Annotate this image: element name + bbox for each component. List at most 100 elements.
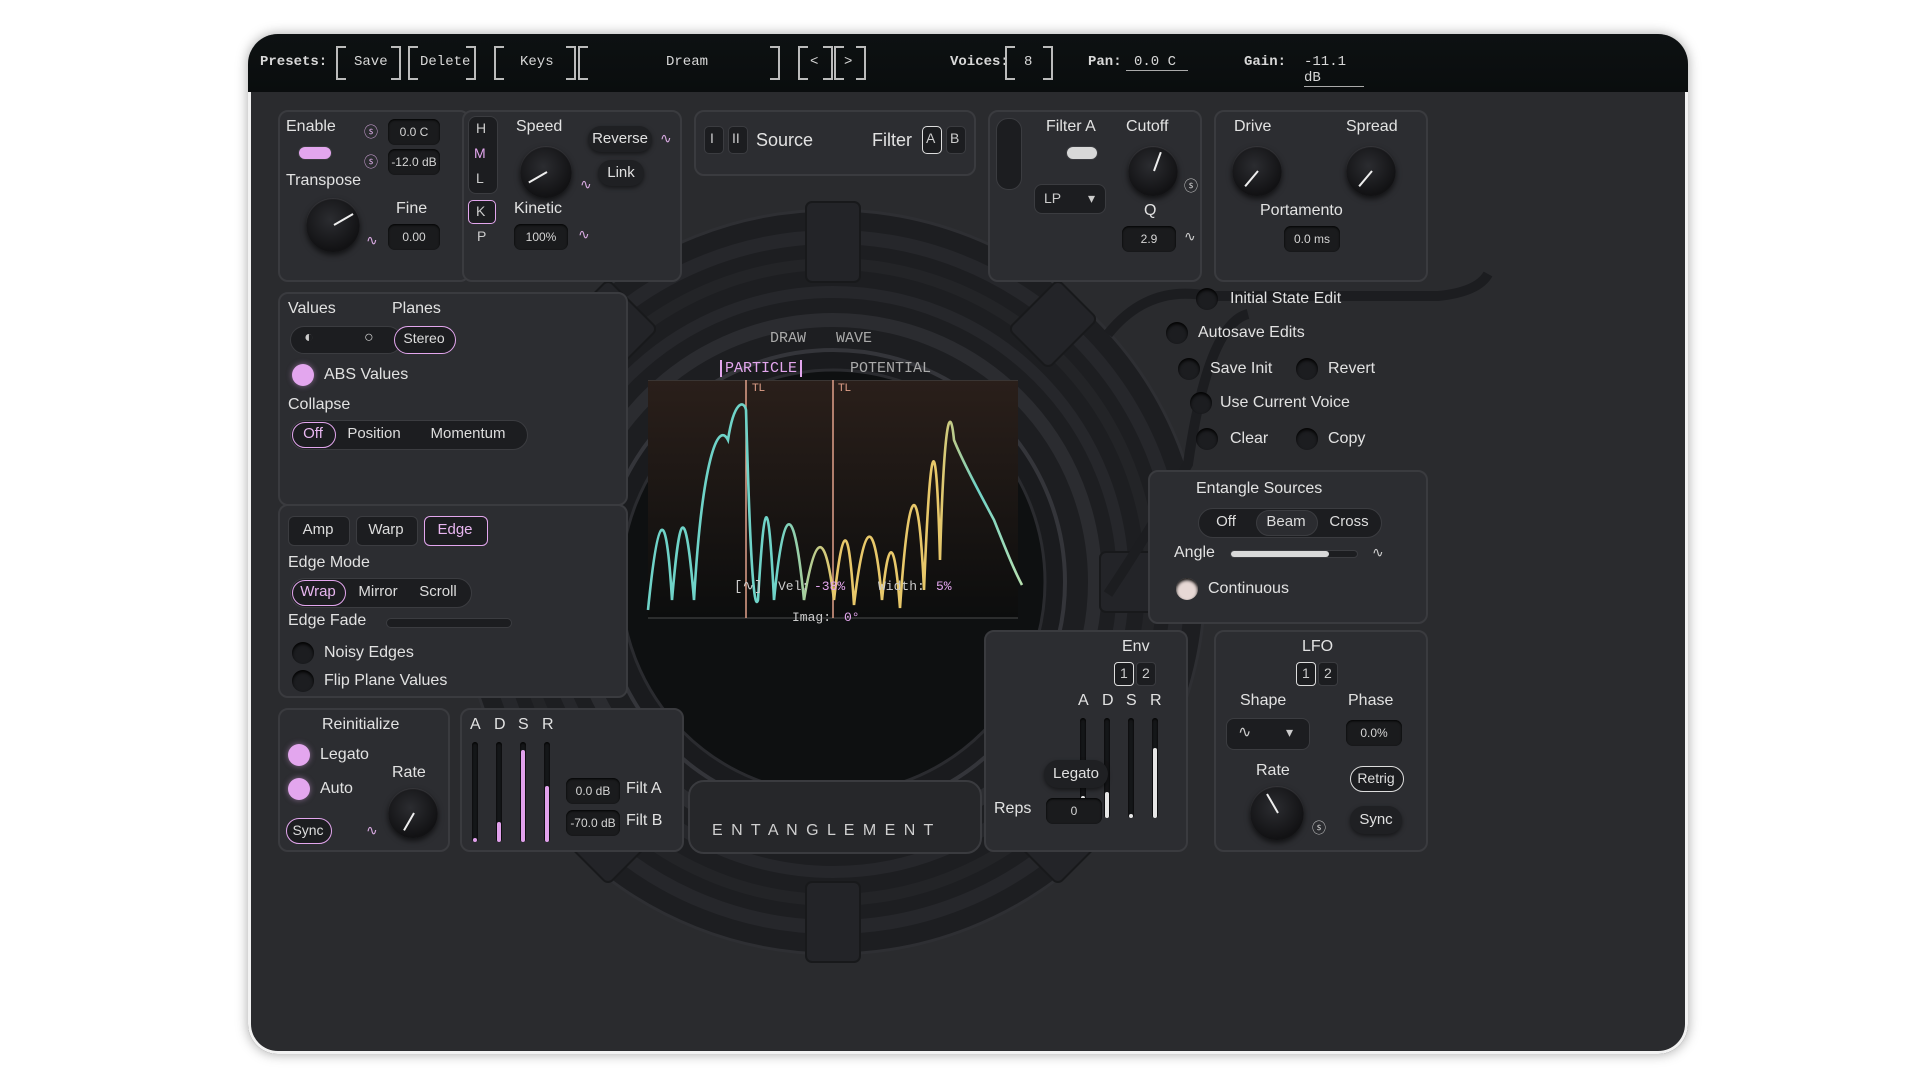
mod-icon[interactable]: ⓢ — [364, 152, 378, 172]
adsr-s-label: S — [518, 716, 529, 733]
drive-knob[interactable] — [1232, 146, 1282, 196]
legato-toggle[interactable] — [288, 744, 310, 766]
portamento-value[interactable]: 0.0 ms — [1284, 226, 1340, 252]
filt-a-value[interactable]: 0.0 dB — [566, 778, 620, 804]
entangle-beam[interactable]: Beam — [1256, 508, 1316, 536]
reinit-rate-label: Rate — [392, 764, 426, 781]
tl-marker-right[interactable]: TL — [838, 382, 851, 394]
mod-icon[interactable]: ⓢ — [1312, 818, 1326, 838]
lfo-rate-knob[interactable] — [1250, 786, 1304, 840]
continuous-toggle[interactable] — [1176, 578, 1198, 600]
auto-toggle[interactable] — [288, 778, 310, 800]
osc-pan-value[interactable]: 0.0 C — [388, 119, 440, 145]
reverse-button[interactable]: Reverse — [588, 126, 652, 152]
waveform-display[interactable] — [628, 380, 1038, 632]
edge-mode-wrap[interactable]: Wrap — [292, 578, 344, 606]
save-init-toggle[interactable] — [1178, 358, 1200, 380]
speed-label: Speed — [516, 118, 563, 135]
edge-fade-slider[interactable] — [386, 618, 512, 628]
potential-tab[interactable]: POTENTIAL — [850, 360, 931, 377]
auto-label: Auto — [320, 780, 353, 797]
lfo-title: LFO — [1302, 638, 1334, 655]
imag-value[interactable]: 0° — [844, 610, 860, 625]
osc-gain-value[interactable]: -12.0 dB — [388, 149, 440, 175]
angle-label: Angle — [1174, 544, 1215, 561]
revert-toggle[interactable] — [1296, 358, 1318, 380]
filter-routing-switch[interactable] — [996, 118, 1022, 190]
reps-value[interactable]: 0 — [1046, 798, 1102, 824]
autosave-toggle[interactable] — [1166, 322, 1188, 344]
source-i-button[interactable] — [704, 126, 724, 154]
mod-icon[interactable]: ⓢ — [364, 122, 378, 142]
clear-toggle[interactable] — [1196, 428, 1218, 450]
amp-envelope-panel: A D S R 0.0 dB Filt A -70.0 dB Filt B — [460, 708, 684, 852]
abs-values-toggle[interactable] — [292, 364, 314, 386]
filter-b-label-btn: B — [950, 130, 960, 146]
mod-icon[interactable]: ⓢ — [1184, 176, 1198, 196]
phase-value[interactable]: 0.0% — [1346, 720, 1402, 746]
mod-icon[interactable]: ∿ — [366, 822, 378, 839]
collapse-position[interactable]: Position — [338, 420, 410, 448]
h-button[interactable]: H — [476, 120, 486, 136]
env-release-slider[interactable] — [1152, 718, 1158, 818]
double-circle-icon[interactable]: ◐ — [304, 329, 314, 347]
tl-marker-left[interactable]: TL — [752, 382, 765, 394]
collapse-momentum[interactable]: Momentum — [414, 420, 522, 448]
tab-amp-label: Amp — [302, 521, 334, 538]
link-button[interactable]: Link — [598, 160, 644, 186]
release-slider[interactable] — [544, 742, 550, 842]
p-button[interactable]: P — [477, 228, 486, 244]
cutoff-knob[interactable] — [1128, 146, 1178, 196]
mod-icon[interactable]: ∿ — [660, 130, 672, 147]
lfo-sync-button[interactable]: Sync — [1350, 806, 1402, 834]
vel-value[interactable]: -38% — [814, 579, 845, 594]
adsr-a-label: A — [470, 716, 481, 733]
env-legato-button[interactable]: Legato — [1044, 760, 1108, 788]
reinit-rate-knob[interactable] — [388, 788, 438, 838]
initial-state-toggle[interactable] — [1196, 288, 1218, 310]
entangle-off[interactable]: Off — [1200, 508, 1252, 536]
filt-a-label: Filt A — [626, 780, 662, 797]
angle-slider[interactable] — [1230, 550, 1358, 558]
transpose-knob[interactable] — [306, 198, 360, 252]
particle-tab[interactable]: PARTICLE — [720, 360, 803, 377]
l-button[interactable]: L — [476, 170, 484, 186]
decay-slider[interactable] — [496, 742, 502, 842]
wave-tab[interactable]: WAVE — [836, 330, 872, 347]
use-current-voice-toggle[interactable] — [1190, 392, 1212, 414]
filt-b-value[interactable]: -70.0 dB — [566, 810, 620, 836]
mod-icon[interactable]: ∿ — [580, 176, 592, 193]
wave-shape-icon[interactable]: [∿] — [734, 578, 763, 595]
attack-slider[interactable] — [472, 742, 478, 842]
mod-icon[interactable]: ∿ — [1184, 228, 1196, 245]
width-value[interactable]: 5% — [936, 579, 952, 594]
flip-plane-toggle[interactable] — [292, 670, 314, 692]
portamento-label: Portamento — [1260, 202, 1343, 219]
kinetic-value[interactable]: 100% — [514, 224, 568, 250]
circle-icon[interactable]: ○ — [364, 329, 374, 347]
q-value[interactable]: 2.9 — [1122, 226, 1176, 252]
edge-mode-mirror[interactable]: Mirror — [348, 578, 408, 606]
mod-icon[interactable]: ∿ — [366, 232, 378, 249]
fine-value[interactable]: 0.00 — [388, 224, 440, 250]
speed-knob[interactable] — [520, 146, 572, 198]
spread-label: Spread — [1346, 118, 1398, 135]
entangle-panel: Entangle Sources Off Beam Cross Angle ∿ … — [1148, 470, 1428, 624]
enable-toggle[interactable] — [298, 146, 332, 160]
sustain-slider[interactable] — [520, 742, 526, 842]
m-button[interactable]: M — [474, 145, 486, 161]
env-sustain-slider[interactable] — [1128, 718, 1134, 818]
noisy-edges-toggle[interactable] — [292, 642, 314, 664]
entangle-cross[interactable]: Cross — [1320, 508, 1378, 536]
spread-knob[interactable] — [1346, 146, 1396, 196]
osc-panel: Enable ⓢ ⓢ 0.0 C -12.0 dB Transpose ∿ Fi… — [278, 110, 470, 282]
draw-tab[interactable]: DRAW — [770, 330, 806, 347]
collapse-off[interactable]: Off — [292, 420, 334, 448]
filter-type-value: LP — [1044, 190, 1062, 206]
mod-icon[interactable]: ∿ — [1372, 544, 1384, 561]
mod-icon[interactable]: ∿ — [578, 226, 590, 243]
filter-a-toggle[interactable] — [1066, 146, 1098, 160]
copy-toggle[interactable] — [1296, 428, 1318, 450]
edge-panel: Amp Warp Edge Edge Mode Wrap Mirror Scro… — [278, 504, 628, 698]
edge-mode-scroll[interactable]: Scroll — [410, 578, 466, 606]
